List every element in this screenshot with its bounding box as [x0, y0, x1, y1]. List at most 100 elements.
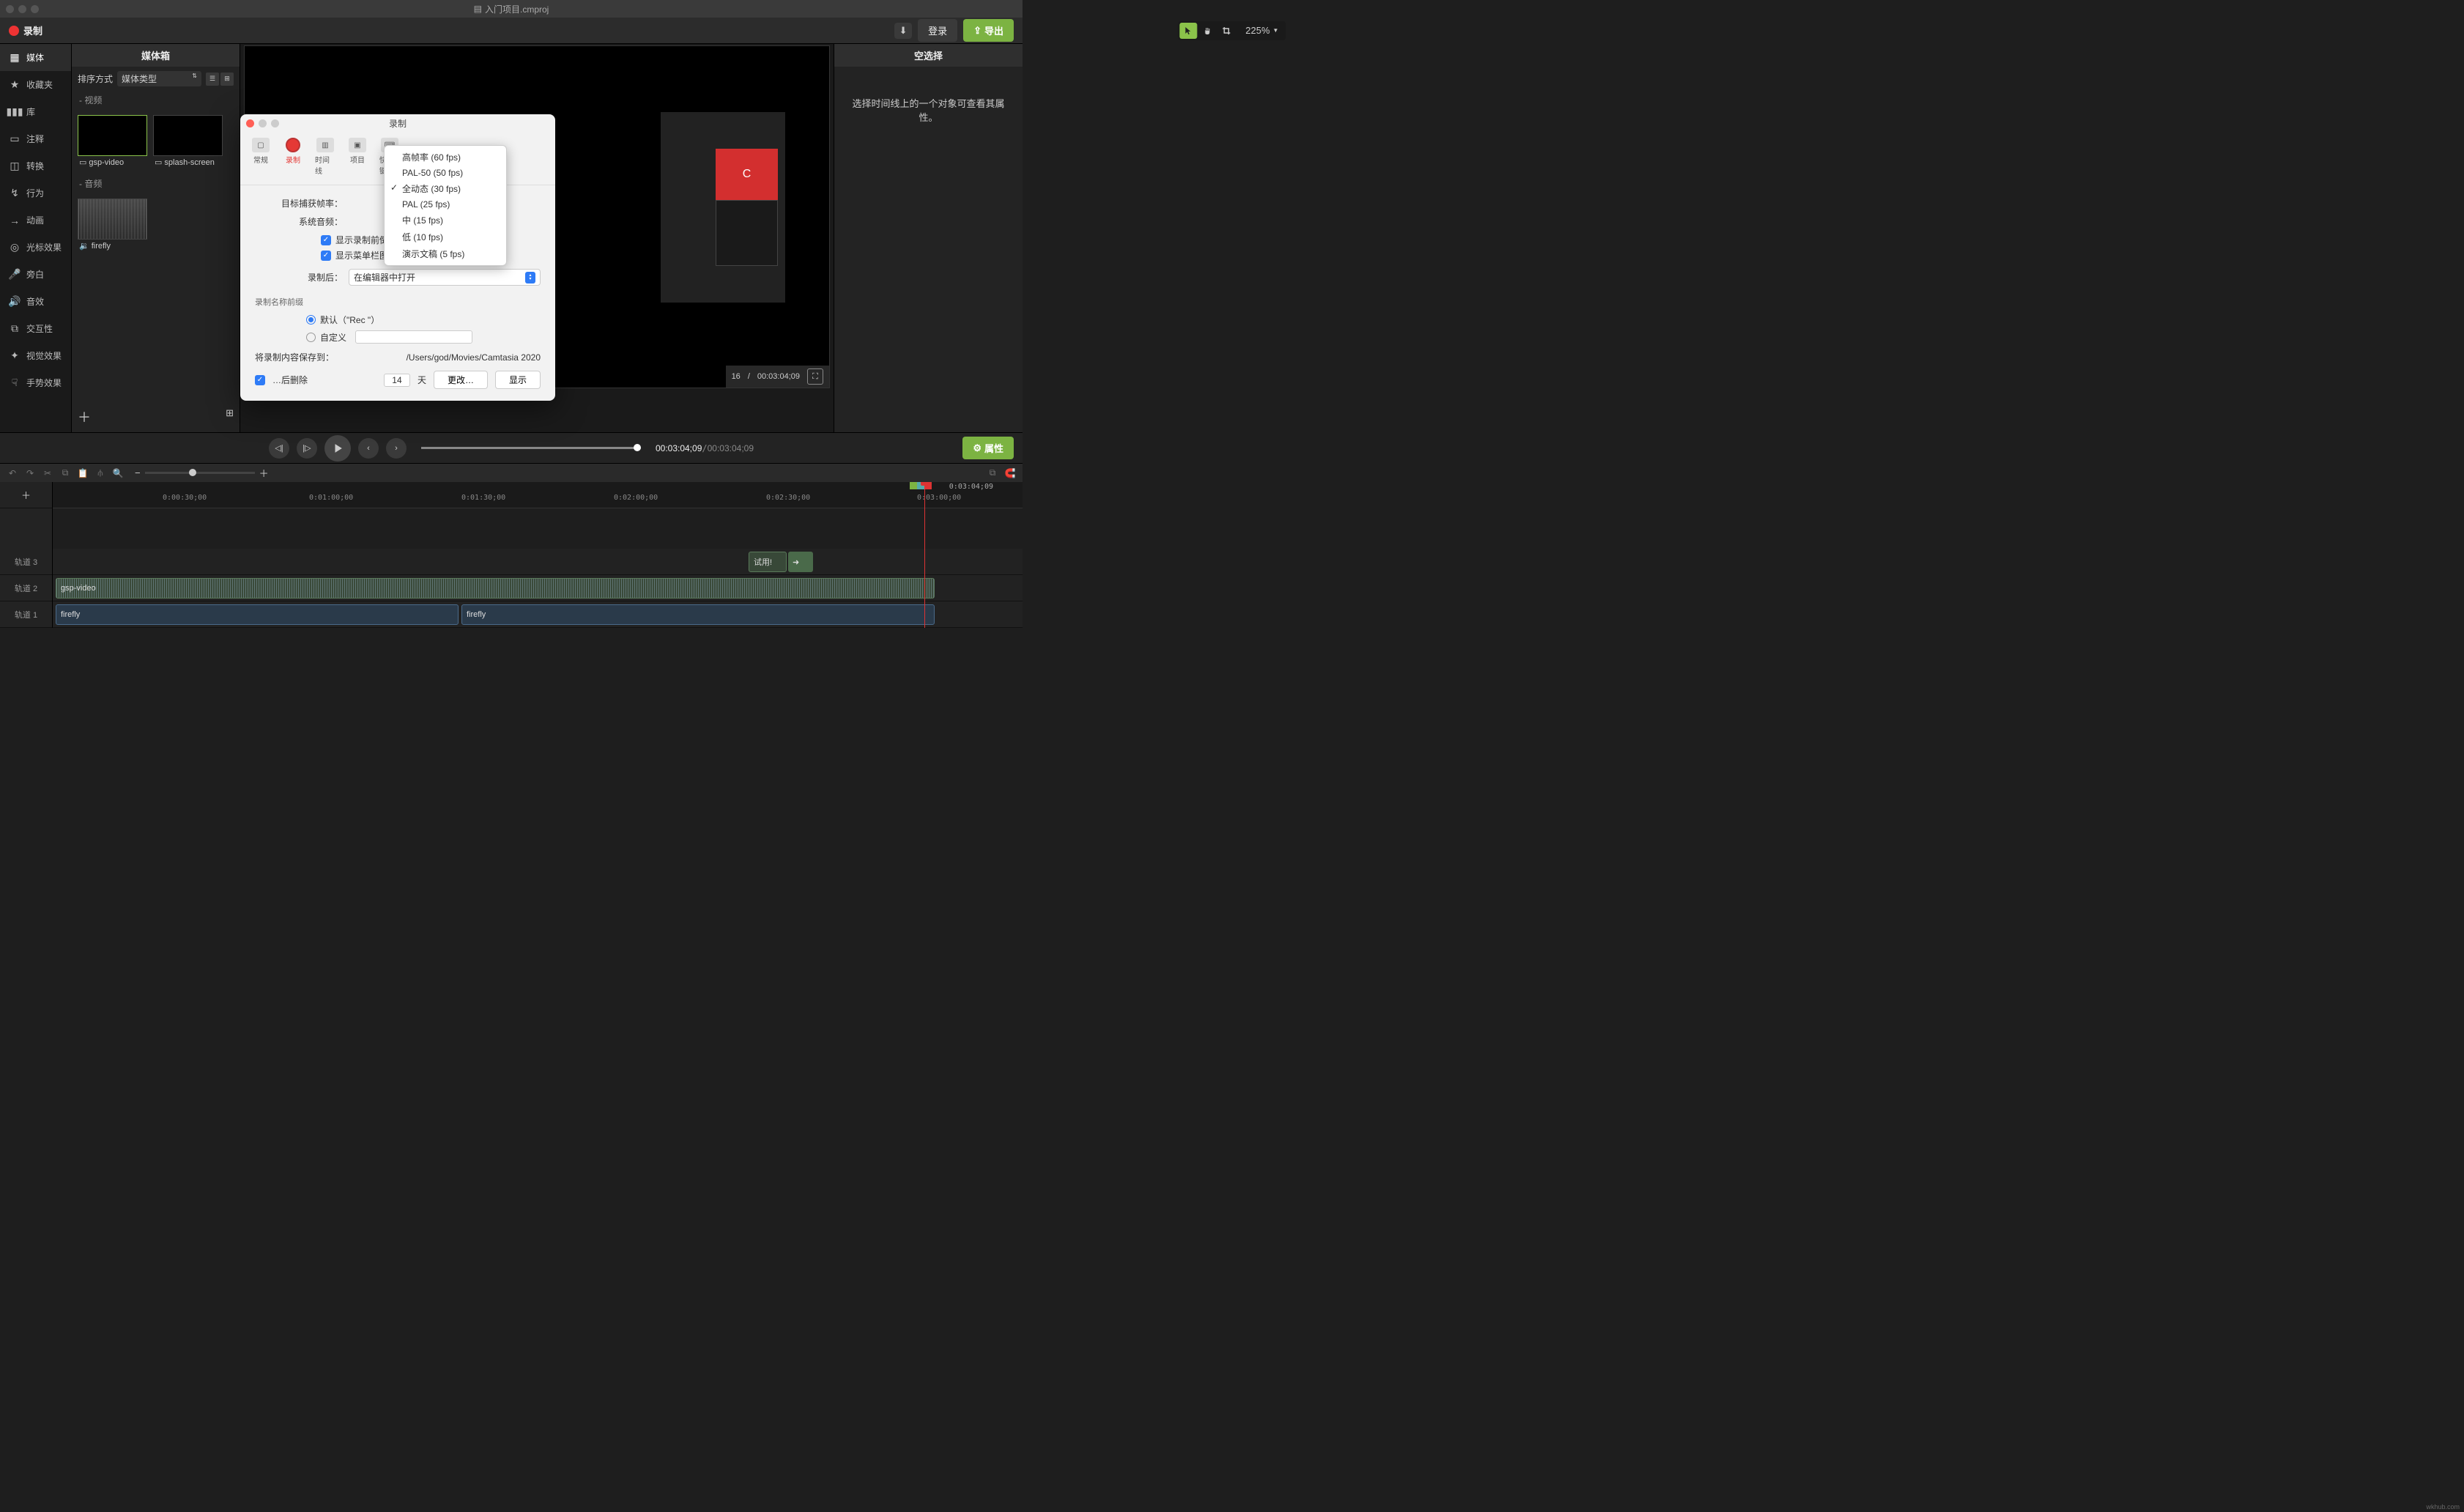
nav-visual-effects[interactable]: ✦视觉效果	[0, 342, 71, 369]
next-button[interactable]: ›	[386, 438, 407, 459]
record-button[interactable]: 录制	[9, 23, 42, 37]
pref-tab-general[interactable]: ▢常规	[246, 135, 275, 179]
sort-select[interactable]: 媒体类型 ⇅	[117, 71, 201, 86]
grid-toggle-button[interactable]: ⊞	[226, 407, 234, 426]
nav-audio-effects[interactable]: 🔊音效	[0, 288, 71, 315]
fps-option[interactable]: 演示文稿 (5 fps)	[385, 245, 506, 262]
traffic-lights[interactable]	[6, 5, 39, 13]
pref-minimize-button[interactable]	[259, 119, 267, 127]
prev-frame-button[interactable]: ◁|	[269, 438, 289, 459]
zoom-search[interactable]: 🔍	[111, 467, 125, 480]
track-label-1[interactable]: 轨道 1	[0, 601, 52, 628]
pref-tab-recording[interactable]: 录制	[278, 135, 308, 179]
media-thumb[interactable]	[78, 115, 147, 156]
nav-transitions[interactable]: ◫转换	[0, 152, 71, 179]
close-light[interactable]	[6, 5, 14, 13]
track-label-2[interactable]: 轨道 2	[0, 575, 52, 601]
change-button[interactable]: 更改…	[434, 371, 488, 389]
next-frame-button[interactable]: |▷	[297, 438, 317, 459]
media-thumb[interactable]	[78, 199, 147, 240]
track-label-3[interactable]: 轨道 3	[0, 549, 52, 575]
seek-thumb[interactable]	[634, 444, 641, 451]
media-item[interactable]: ▭splash-screen	[153, 115, 223, 168]
zoom-in-button[interactable]: ＋	[259, 466, 269, 480]
checkbox-icon[interactable]: ✓	[321, 251, 331, 261]
media-item[interactable]: 🔉firefly	[78, 199, 147, 252]
detach-button[interactable]: ⧉	[986, 467, 999, 480]
zoom-slider[interactable]	[145, 472, 255, 474]
zoom-light[interactable]	[31, 5, 39, 13]
track-2[interactable]: gsp-video	[53, 575, 1023, 601]
grid-view-button[interactable]: ⊞	[220, 73, 234, 86]
minimize-light[interactable]	[18, 5, 26, 13]
fps-option[interactable]: PAL (25 fps)	[385, 197, 506, 212]
radio-on-icon[interactable]	[306, 315, 316, 325]
nav-animations[interactable]: →动画	[0, 207, 71, 234]
show-button[interactable]: 显示	[495, 371, 541, 389]
properties-button[interactable]: ⚙ 属性	[962, 437, 1014, 459]
fullscreen-button[interactable]: ⛶	[807, 368, 823, 385]
redo-button[interactable]: ↷	[23, 467, 37, 480]
checkbox-icon[interactable]: ✓	[321, 235, 331, 245]
clip-audio-1[interactable]: firefly	[56, 604, 459, 625]
track-3[interactable]: 试用! ➜	[53, 549, 1023, 575]
radio-default[interactable]: 默认（"Rec "）	[306, 314, 541, 326]
media-item[interactable]: ▭gsp-video	[78, 115, 147, 168]
media-thumb[interactable]	[153, 115, 223, 156]
undo-button[interactable]: ↶	[6, 467, 19, 480]
crop-tool[interactable]	[1217, 23, 1235, 39]
fps-option[interactable]: PAL-50 (50 fps)	[385, 166, 506, 180]
fps-option[interactable]: 高帧率 (60 fps)	[385, 149, 506, 166]
pref-traffic-lights[interactable]	[246, 119, 279, 127]
clip-annotation[interactable]: 试用!	[749, 552, 787, 572]
login-button[interactable]: 登录	[918, 19, 957, 42]
pan-tool[interactable]	[1198, 23, 1216, 39]
prev-button[interactable]: ‹	[358, 438, 379, 459]
zoom-thumb[interactable]	[189, 469, 196, 476]
nav-annotations[interactable]: ▭注释	[0, 125, 71, 152]
nav-behaviors[interactable]: ↯行为	[0, 179, 71, 207]
nav-narration[interactable]: 🎤旁白	[0, 261, 71, 288]
pref-tab-timeline[interactable]: ▥时间线	[311, 135, 340, 179]
timeline-body[interactable]: 0:03:04;09 0:00:30;00 0:01:00;00 0:01:30…	[53, 482, 1023, 628]
delete-days-input[interactable]: 14	[384, 374, 410, 387]
copy-button[interactable]: ⧉	[59, 467, 72, 480]
track-1[interactable]: firefly firefly	[53, 601, 1023, 628]
play-button[interactable]	[324, 435, 351, 462]
nav-favorites[interactable]: ★收藏夹	[0, 71, 71, 98]
nav-interactivity[interactable]: ⧉交互性	[0, 315, 71, 342]
pref-tab-project[interactable]: ▣项目	[343, 135, 372, 179]
custom-prefix-input[interactable]	[355, 330, 472, 344]
magnet-button[interactable]: 🧲	[1003, 467, 1017, 480]
list-view-button[interactable]: ☰	[206, 73, 219, 86]
fps-option[interactable]: 中 (15 fps)	[385, 212, 506, 229]
timeline-ruler[interactable]: 0:00:30;00 0:01:00;00 0:01:30;00 0:02:00…	[53, 492, 1023, 508]
nav-gesture-effects[interactable]: ☟手势效果	[0, 369, 71, 396]
paste-button[interactable]: 📋	[76, 467, 89, 480]
radio-custom[interactable]: 自定义	[306, 330, 541, 344]
clip-video[interactable]: gsp-video	[56, 578, 935, 598]
clip-audio-2[interactable]: firefly	[461, 604, 935, 625]
zoom-out-button[interactable]: −	[135, 467, 141, 478]
nav-media[interactable]: ▦媒体	[0, 44, 71, 71]
split-button[interactable]: ⫛	[94, 467, 107, 480]
cut-button[interactable]: ✂	[41, 467, 54, 480]
seek-bar[interactable]	[421, 447, 641, 449]
add-track-button[interactable]: ＋	[21, 488, 31, 502]
pref-close-button[interactable]	[246, 119, 254, 127]
playhead[interactable]	[924, 482, 925, 628]
zoom-select[interactable]: 225% ▼	[1239, 23, 1284, 38]
radio-off-icon[interactable]	[306, 333, 316, 342]
export-button[interactable]: ⇪ 导出	[963, 19, 1014, 42]
nav-cursor-effects[interactable]: ◎光标效果	[0, 234, 71, 261]
checkbox-icon[interactable]: ✓	[255, 375, 265, 385]
fps-option-selected[interactable]: 全动态 (30 fps)	[385, 180, 506, 197]
after-select[interactable]: 在编辑器中打开 ▴▾	[349, 269, 541, 286]
fps-option[interactable]: 低 (10 fps)	[385, 229, 506, 245]
select-tool[interactable]	[1179, 23, 1197, 39]
clip-annotation-2[interactable]: ➜	[788, 552, 813, 572]
add-media-button[interactable]: ＋	[78, 407, 91, 426]
download-button[interactable]: ⬇	[894, 23, 912, 39]
pref-zoom-button[interactable]	[271, 119, 279, 127]
nav-library[interactable]: ▮▮▮库	[0, 98, 71, 125]
